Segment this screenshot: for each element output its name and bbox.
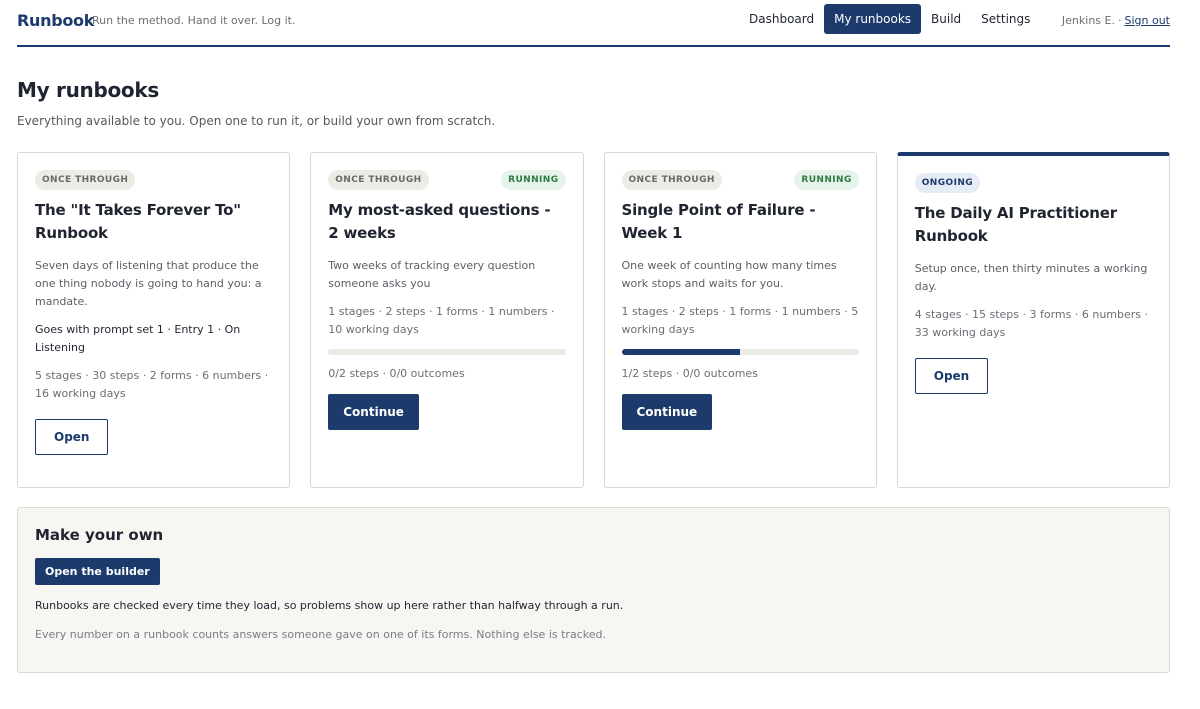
card-description: Setup once, then thirty minutes a workin… bbox=[914, 262, 1148, 293]
open-button[interactable]: Open bbox=[35, 419, 109, 455]
nav-settings[interactable]: Settings bbox=[971, 4, 1040, 34]
top-bar: Runbook Run the method. Hand it over. Lo… bbox=[17, 0, 1170, 47]
card-badges: ONCE THROUGH RUNNING bbox=[328, 170, 566, 190]
card-title: The Daily AI Practitioner Runbook bbox=[914, 204, 1117, 245]
card-meta: 1 stages · 2 steps · 1 forms · 1 numbers… bbox=[328, 305, 555, 336]
make-your-own-panel: Make your own Open the builder Runbooks … bbox=[17, 507, 1170, 673]
tagline: Run the method. Hand it over. Log it. bbox=[92, 14, 296, 27]
make-own-title: Make your own bbox=[35, 526, 164, 544]
user-name: Jenkins E. bbox=[1061, 14, 1115, 27]
progress-text: 1/2 steps · 0/0 outcomes bbox=[621, 367, 758, 380]
nav-my-runbooks[interactable]: My runbooks bbox=[824, 4, 922, 34]
main-nav: Dashboard My runbooks Build Settings bbox=[739, 4, 1040, 34]
runbook-cards: ONCE THROUGH The "It Takes Forever To" R… bbox=[17, 152, 1170, 488]
card-meta: 5 stages · 30 steps · 2 forms · 6 number… bbox=[35, 369, 269, 400]
make-own-text: Runbooks are checked every time they loa… bbox=[35, 599, 624, 612]
card-badges: ONCE THROUGH RUNNING bbox=[621, 170, 859, 190]
type-badge: ONGOING bbox=[914, 173, 981, 193]
continue-button[interactable]: Continue bbox=[621, 394, 713, 430]
brand-logo[interactable]: Runbook bbox=[17, 11, 94, 30]
card-description: One week of counting how many times work… bbox=[621, 259, 837, 290]
card-meta: 1 stages · 2 steps · 1 forms · 1 numbers… bbox=[621, 305, 859, 336]
progress-bar bbox=[328, 349, 566, 355]
nav-dashboard[interactable]: Dashboard bbox=[739, 4, 824, 34]
card-title: My most-asked questions - 2 weeks bbox=[328, 201, 551, 242]
page-title: My runbooks bbox=[17, 78, 159, 102]
user-separator: · bbox=[1117, 14, 1122, 27]
open-builder-button[interactable]: Open the builder bbox=[35, 558, 160, 585]
card-badges: ONCE THROUGH bbox=[35, 170, 272, 190]
card-description: Two weeks of tracking every question som… bbox=[328, 259, 536, 290]
card-meta: 4 stages · 15 steps · 3 forms · 6 number… bbox=[914, 308, 1149, 339]
progress-text: 0/2 steps · 0/0 outcomes bbox=[328, 367, 465, 380]
card-badges: ONGOING bbox=[914, 173, 1152, 193]
card-title: Single Point of Failure - Week 1 bbox=[621, 201, 816, 242]
type-badge: ONCE THROUGH bbox=[35, 170, 136, 190]
card-description: Seven days of listening that produce the… bbox=[35, 259, 262, 308]
user-area: Jenkins E. · Sign out bbox=[1062, 14, 1170, 27]
progress-fill bbox=[621, 349, 741, 355]
type-badge: ONCE THROUGH bbox=[621, 170, 722, 190]
sign-out-link[interactable]: Sign out bbox=[1124, 14, 1170, 27]
type-badge: ONCE THROUGH bbox=[328, 170, 429, 190]
progress-bar bbox=[621, 349, 859, 355]
card-title: The "It Takes Forever To" Runbook bbox=[35, 201, 241, 242]
nav-build[interactable]: Build bbox=[921, 4, 971, 34]
runbook-card: ONCE THROUGH RUNNING Single Point of Fai… bbox=[603, 152, 877, 488]
card-prompt-set: Goes with prompt set 1 · Entry 1 · On Li… bbox=[35, 323, 241, 354]
runbook-card: ONCE THROUGH RUNNING My most-asked quest… bbox=[310, 152, 584, 488]
open-button[interactable]: Open bbox=[914, 358, 989, 394]
page-subtitle: Everything available to you. Open one to… bbox=[17, 114, 496, 128]
runbook-card: ONCE THROUGH The "It Takes Forever To" R… bbox=[17, 152, 291, 488]
runbook-card: ONGOING The Daily AI Practitioner Runboo… bbox=[896, 152, 1170, 488]
status-badge: RUNNING bbox=[794, 170, 859, 190]
make-own-note: Every number on a runbook counts answers… bbox=[35, 628, 606, 641]
status-badge: RUNNING bbox=[501, 170, 566, 190]
continue-button[interactable]: Continue bbox=[328, 394, 419, 430]
